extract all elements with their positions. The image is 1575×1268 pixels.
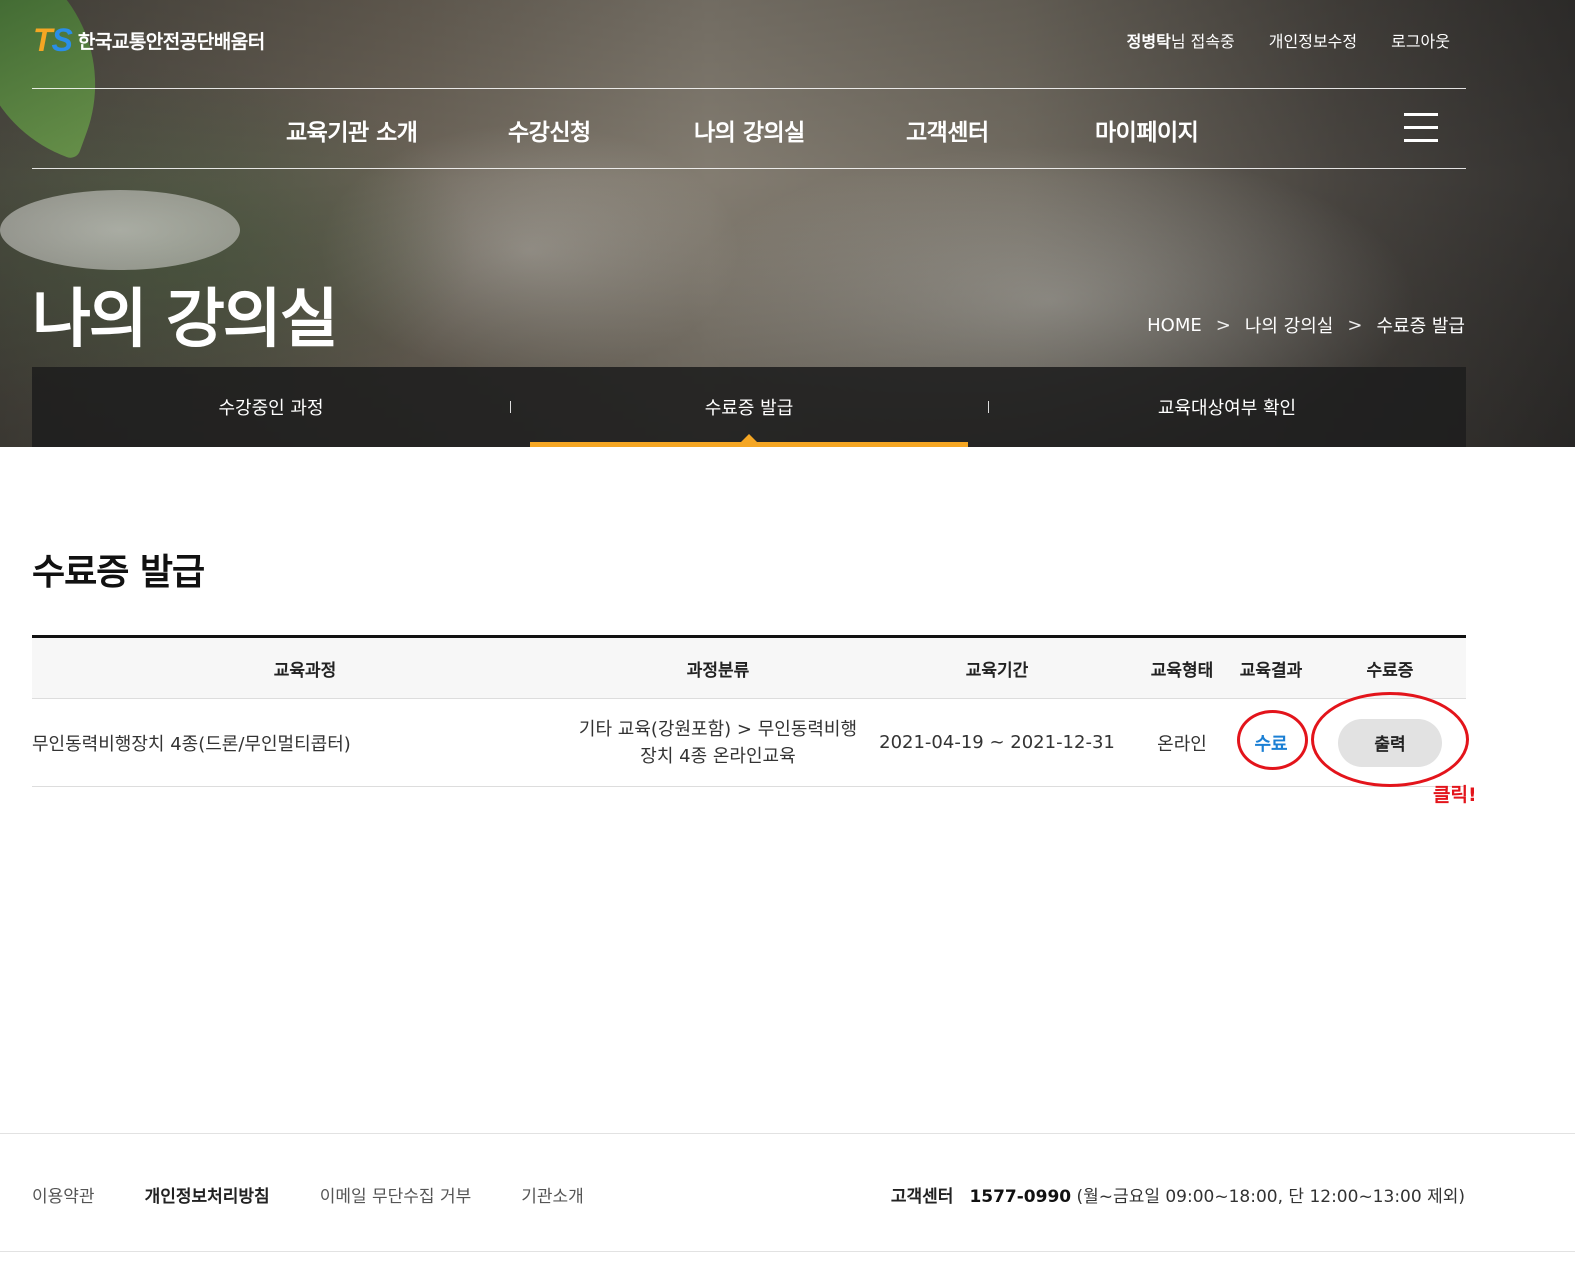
tab-in-progress[interactable]: 수강중인 과정 [32,367,510,447]
tab-eligibility-check[interactable]: 교육대상여부 확인 [988,367,1466,447]
nav-item-about[interactable]: 교육기관 소개 [286,113,418,147]
nav-item-my-classroom[interactable]: 나의 강의실 [694,113,805,147]
col-certificate: 수료증 [1366,661,1414,681]
site-name: 한국교통안전공단배움터 [77,30,265,53]
contact-hours: (월~금요일 09:00~18:00, 단 12:00~13:00 제외) [1076,1187,1465,1207]
edit-profile-link[interactable]: 개인정보수정 [1269,28,1357,52]
footer-privacy-link[interactable]: 개인정보처리방침 [145,1182,270,1207]
cell-type: 온라인 [1157,733,1207,755]
col-type: 교육형태 [1150,661,1214,681]
chevron-right-icon: > [1215,314,1231,336]
footer-terms-link[interactable]: 이용약관 [32,1182,95,1207]
contact-label: 고객센터 [890,1187,954,1207]
hero-banner: TS 한국교통안전공단배움터 정병탁님 접속중 개인정보수정 로그아웃 교육기관… [0,0,1575,447]
nav-item-customer-center[interactable]: 고객센터 [906,113,989,147]
footer-contact: 고객센터 1577-0990 (월~금요일 09:00~18:00, 단 12:0… [891,1182,1465,1207]
breadcrumb-level1[interactable]: 나의 강의실 [1245,312,1334,338]
col-category: 과정분류 [686,661,750,681]
breadcrumb-home[interactable]: HOME [1147,315,1202,336]
cell-course: 무인동력비행장치 4종(드론/무인멀티콥터) [32,733,351,755]
site-logo[interactable]: TS 한국교통안전공단배움터 [33,24,265,56]
tab-divider [510,401,511,413]
section-title: 수료증 발급 [32,552,205,593]
main-nav: 교육기관 소개 수강신청 나의 강의실 고객센터 마이페이지 [32,88,1466,169]
logout-link[interactable]: 로그아웃 [1391,28,1450,52]
footer-email-policy-link[interactable]: 이메일 무단수집 거부 [320,1182,472,1207]
contact-phone: 1577-0990 [969,1187,1072,1207]
col-period: 교육기간 [965,661,1029,681]
hamburger-menu-icon[interactable] [1404,113,1438,145]
annotation-click-text: 클릭! [1433,784,1477,806]
footer-about-link[interactable]: 기관소개 [521,1182,584,1207]
utility-nav: 정병탁님 접속중 개인정보수정 로그아웃 [1127,28,1450,52]
annotation-circle-print [1311,692,1469,787]
breadcrumb-current: 수료증 발급 [1376,316,1465,337]
col-course: 교육과정 [273,661,337,681]
cell-category: 기타 교육(강원포함) > 무인동력비행 장치 4종 온라인교육 [578,718,858,767]
footer: 이용약관 개인정보처리방침 이메일 무단수집 거부 기관소개 고객센터 1577-… [0,1133,1575,1252]
annotation-circle-result [1237,710,1308,770]
page-title: 나의 강의실 [32,283,339,357]
chevron-right-icon: > [1347,314,1363,336]
nav-item-mypage[interactable]: 마이페이지 [1095,113,1199,147]
tab-certificate[interactable]: 수료증 발급 [530,367,968,447]
footer-links: 이용약관 개인정보처리방침 이메일 무단수집 거부 기관소개 [32,1182,584,1207]
table-header: 교육과정 과정분류 교육기간 교육형태 교육결과 수료증 [32,635,1466,699]
breadcrumb: HOME > 나의 강의실 > 수료증 발급 [1147,312,1465,338]
sub-tabs: 수강중인 과정 수료증 발급 교육대상여부 확인 [32,367,1466,447]
logged-in-user: 정병탁님 접속중 [1126,32,1235,51]
col-result: 교육결과 [1239,661,1303,681]
ts-logo-mark: TS [33,22,73,58]
nav-item-enroll[interactable]: 수강신청 [508,113,591,147]
cell-period: 2021-04-19 ~ 2021-12-31 [879,732,1115,753]
